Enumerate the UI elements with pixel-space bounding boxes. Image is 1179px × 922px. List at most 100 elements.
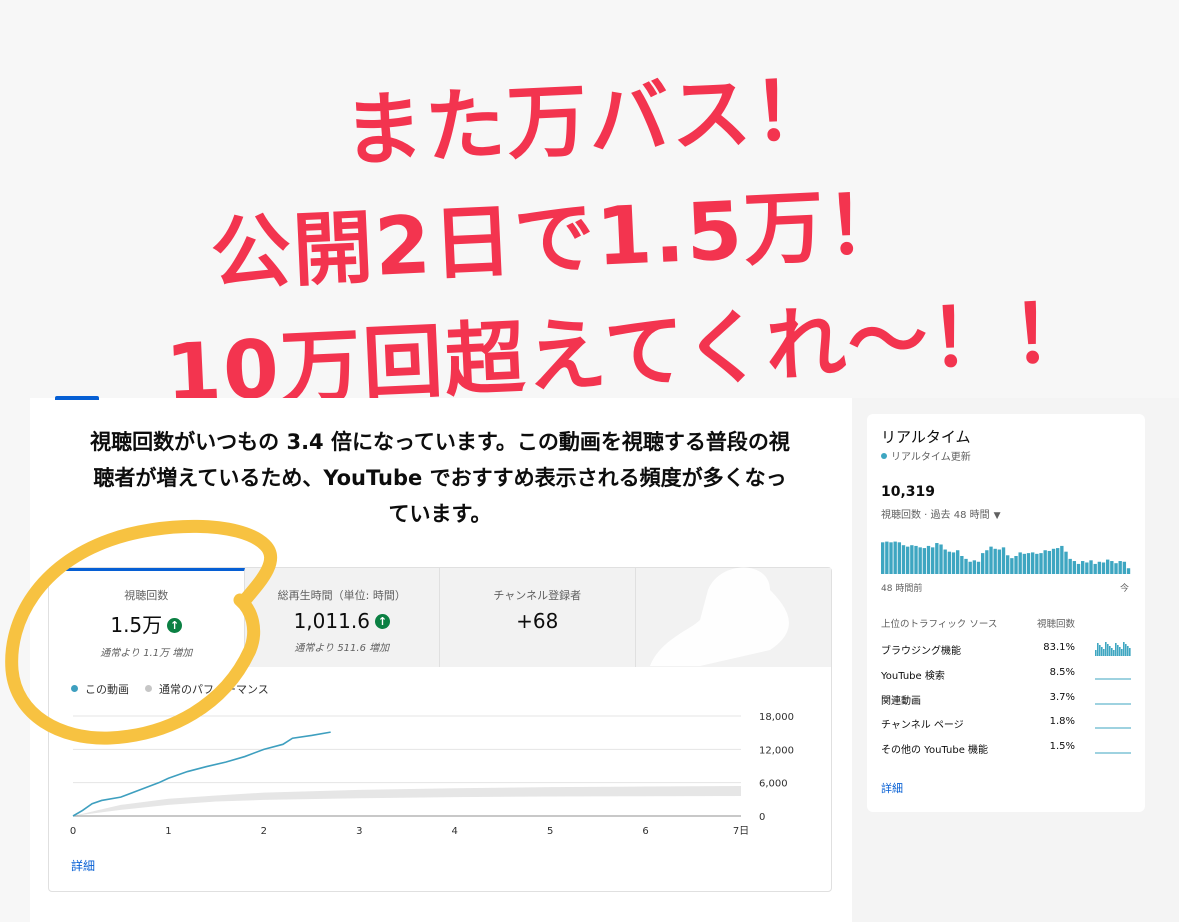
realtime-bar (1039, 553, 1043, 574)
realtime-bar (922, 548, 927, 574)
legend-typical[interactable]: 通常のパフォーマンス (145, 681, 269, 697)
x-tick-label: 1 (165, 826, 171, 837)
chart-legend: この動画 通常のパフォーマンス (71, 681, 269, 697)
metric-value: 1.5万 (110, 613, 163, 637)
realtime-bar (914, 545, 918, 574)
traffic-source-name: その他の YouTube 機能 (881, 745, 989, 756)
metric-comparison: 通常より 511.6 増加 (294, 643, 390, 654)
realtime-bar (906, 546, 910, 574)
sparkline-bar (1101, 647, 1103, 656)
sparkline-bar (1105, 642, 1107, 656)
sparkline-bar (1123, 642, 1125, 656)
realtime-bar (935, 543, 939, 574)
realtime-bar (1056, 548, 1060, 574)
realtime-bar (1051, 548, 1056, 574)
realtime-bar (1031, 552, 1035, 574)
traffic-source-header: 上位のトラフィック ソース (881, 619, 998, 630)
legend-dot-icon (145, 685, 152, 692)
this-video-line (72, 731, 331, 817)
realtime-bar (1022, 553, 1027, 574)
tab-watch-time[interactable]: 総再生時間（単位: 時間） 1,011.6 ↑ 通常より 511.6 増加 (244, 568, 440, 667)
traffic-source-name: チャンネル ページ (881, 720, 964, 731)
sparkline-bar (1109, 646, 1111, 656)
traffic-source-percent: 1.8% (1049, 716, 1075, 727)
traffic-source-percent: 3.7% (1049, 692, 1075, 703)
realtime-subtitle-text: リアルタイム更新 (891, 452, 971, 463)
traffic-sparkline (1095, 642, 1131, 656)
traffic-source-name: YouTube 検索 (881, 671, 945, 682)
live-dot-icon (881, 453, 887, 459)
realtime-title: リアルタイム (881, 428, 971, 446)
sparkline-bar (1119, 647, 1121, 656)
realtime-bar (1076, 563, 1081, 574)
traffic-source-row: 関連動画 3.7% (881, 690, 1137, 710)
realtime-detail-link[interactable]: 詳細 (881, 780, 903, 796)
traffic-source-name: 関連動画 (881, 696, 921, 707)
realtime-axis-start: 48 時間前 (881, 584, 923, 594)
traffic-source-percent: 8.5% (1049, 667, 1075, 678)
realtime-bar (1035, 553, 1039, 574)
realtime-bar (1110, 561, 1114, 574)
metric-value: +68 (516, 609, 559, 633)
realtime-bar (1114, 563, 1118, 574)
realtime-bar (1089, 560, 1093, 574)
metric-label: チャンネル登録者 (493, 589, 582, 602)
realtime-bar (897, 542, 902, 574)
realtime-bar (918, 547, 922, 574)
sparkline-bar (1095, 650, 1097, 656)
traffic-source-percent: 83.1% (1043, 642, 1075, 653)
y-tick-label: 6,000 (759, 779, 788, 790)
realtime-bar (947, 551, 952, 574)
realtime-bar (964, 558, 968, 574)
realtime-bar (989, 546, 993, 574)
x-tick-label: 7日 (733, 826, 749, 837)
legend-this-video[interactable]: この動画 (71, 681, 129, 697)
realtime-range-dropdown[interactable]: 視聴回数 · 過去 48 時間 ▼ (881, 506, 1001, 521)
realtime-bar (1093, 563, 1097, 574)
tab-hidden[interactable] (635, 568, 831, 667)
tab-views[interactable]: 視聴回数 1.5万 ↑ 通常より 1.1万 増加 (49, 568, 245, 667)
realtime-bar (893, 541, 897, 574)
x-tick-label: 0 (70, 826, 76, 837)
realtime-bar (1060, 545, 1064, 574)
arrow-up-icon: ↑ (374, 614, 390, 629)
realtime-bar (993, 548, 997, 574)
realtime-bar (1106, 559, 1110, 574)
active-tab-indicator (55, 396, 99, 400)
realtime-count: 10,319 (881, 484, 936, 500)
realtime-bar (910, 545, 914, 574)
traffic-sparkline (1095, 752, 1131, 754)
metric-label: 総再生時間（単位: 時間） (277, 589, 406, 602)
realtime-bar (1006, 555, 1010, 574)
metric-label: 視聴回数 (124, 589, 169, 602)
tab-subscribers[interactable]: チャンネル登録者 +68 (440, 568, 636, 667)
realtime-bar (939, 544, 943, 574)
x-tick-label: 4 (452, 826, 458, 837)
y-tick-label: 18,000 (759, 712, 794, 723)
y-tick-label: 12,000 (759, 745, 794, 756)
realtime-bar (960, 556, 964, 574)
legend-dot-icon (71, 685, 78, 692)
realtime-bar (997, 549, 1002, 574)
traffic-source-row: ブラウジング機能 83.1% (881, 640, 1137, 660)
traffic-source-percent: 1.5% (1049, 741, 1075, 752)
metric-tabs: 視聴回数 1.5万 ↑ 通常より 1.1万 増加 総再生時間（単位: 時間） 1,… (49, 568, 831, 667)
y-tick-label: 0 (759, 812, 765, 823)
sparkline-bar (1103, 649, 1105, 656)
realtime-bar (1101, 562, 1106, 574)
realtime-bar (1010, 558, 1014, 574)
x-tick-label: 5 (547, 826, 553, 837)
realtime-bar (885, 541, 889, 574)
sparkline-bar (1121, 649, 1123, 656)
detail-link[interactable]: 詳細 (71, 857, 95, 874)
realtime-bar (1001, 547, 1006, 574)
realtime-bar (976, 561, 981, 574)
views-chart: 0 6,000 12,000 18,000 0 1 2 3 4 5 6 7日 (70, 712, 794, 837)
sparkline-bar (1125, 644, 1127, 656)
realtime-bar (1072, 561, 1077, 574)
sparkline-bar (1127, 646, 1129, 656)
arrow-up-icon: ↑ (167, 618, 183, 633)
realtime-bar (972, 560, 977, 574)
traffic-source-row: その他の YouTube 機能 1.5% (881, 739, 1137, 759)
realtime-bar (889, 542, 893, 574)
